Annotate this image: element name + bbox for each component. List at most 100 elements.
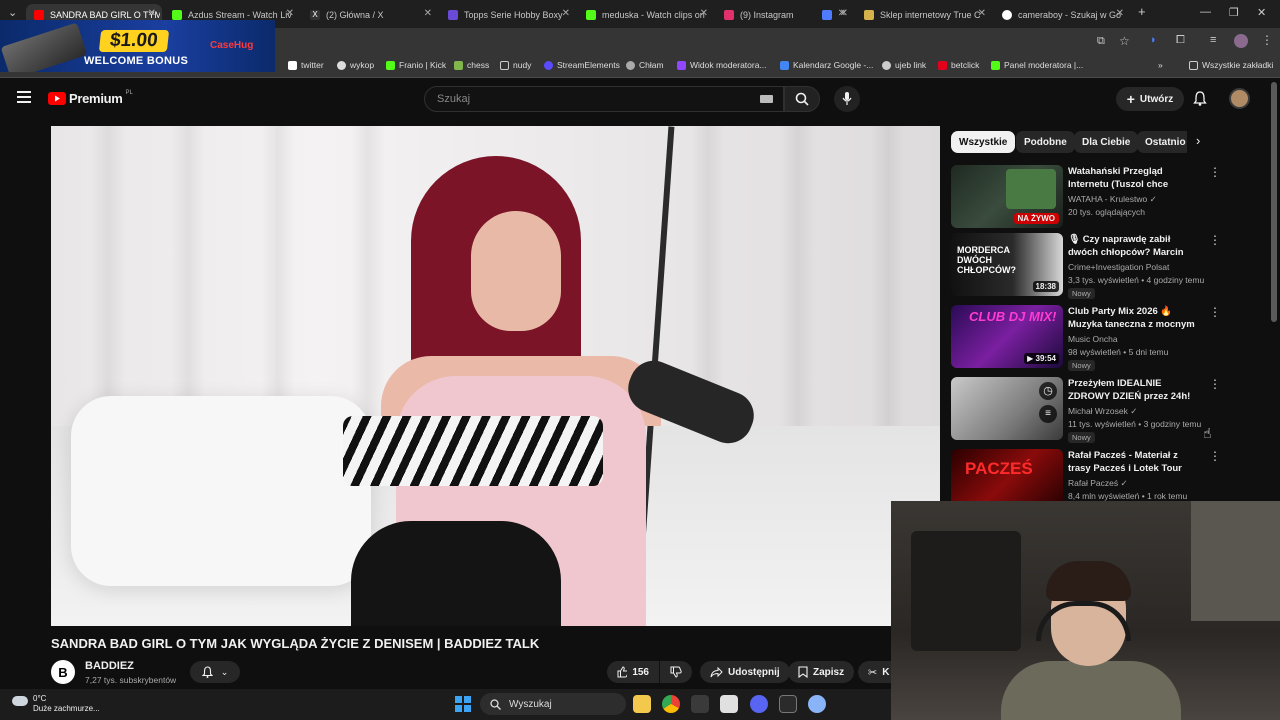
search-button[interactable] [784,86,820,112]
recommended-channel[interactable]: Rafał Pacześ ✓ [1068,478,1128,489]
subscription-bell-button[interactable]: ⌄ [190,661,240,683]
close-icon[interactable]: ✕ [978,8,986,19]
window-close-icon[interactable]: ✕ [1257,6,1266,19]
all-bookmarks[interactable]: Wszystkie zakładki [1189,60,1273,70]
bookmark-chess[interactable]: chess [454,60,489,70]
recommended-title[interactable]: Watahański Przegląd Internetu (Tuszol ch… [1068,165,1202,191]
recommended-video[interactable]: CLUB DJ MIX! ▶ 39:54 Club Party Mix 2026… [951,305,1251,371]
like-button[interactable]: 156 [607,661,659,683]
add-to-queue-icon[interactable]: ≡ [1039,405,1057,423]
recommended-title[interactable]: Rafał Pacześ - Materiał z trasy Pacześ i… [1068,449,1202,475]
chevron-right-icon[interactable]: › [1196,133,1200,148]
extension-icon[interactable]: ◗ [1150,34,1157,46]
tab-list-icon[interactable]: ⌄ [8,6,17,19]
more-options-icon[interactable]: ⋮ [1209,377,1221,391]
youtube-premium-logo[interactable]: Premium PL [48,90,133,106]
bookmark-panel-moderatora[interactable]: Panel moderatora |... [991,60,1083,70]
tab-topps[interactable]: Topps Serie Hobby Boxy ✕ [440,4,576,26]
save-button[interactable]: Zapisz [788,661,855,683]
recommended-title[interactable]: 🎙 Czy naprawdę zabił dwóch chłopców? Mar… [1068,233,1202,259]
bookmark-widok-moderatora[interactable]: Widok moderatora... [677,60,767,70]
close-icon[interactable]: ✕ [562,8,570,19]
browser-menu-icon[interactable]: ⋮ [1261,33,1273,47]
video-thumbnail[interactable]: PACZEŚ [951,449,1063,501]
video-thumbnail[interactable]: MORDERCA DWÓCH CHŁOPCÓW? 18:38 [951,233,1063,296]
windows-start-icon[interactable] [455,696,471,712]
bookmark-chlam[interactable]: Chłam [626,60,664,70]
recommended-channel[interactable]: Michał Wrzosek ✓ [1068,406,1137,417]
recommended-title[interactable]: Przeżyłem IDEALNIE ZDROWY DZIEŃ przez 24… [1068,377,1202,403]
taskbar-search[interactable]: Wyszukaj [480,693,626,715]
share-button[interactable]: Udostępnij [700,661,790,683]
channel-avatar[interactable]: B [51,660,75,684]
recommended-channel[interactable]: Music Oncha [1068,334,1118,344]
video-player[interactable] [51,126,940,626]
keyboard-icon[interactable] [760,95,773,103]
tab-pinned[interactable]: ✕ [814,4,854,26]
file-explorer-icon[interactable] [633,695,651,713]
tab-google-search[interactable]: cameraboy - Szukaj w Go ✕ [994,4,1130,26]
bookmark-betclick[interactable]: betclick [938,60,979,70]
notifications-bell-icon[interactable] [1193,91,1207,106]
settings-gear-icon[interactable] [808,695,826,713]
extensions-puzzle-icon[interactable]: ⧠ [1176,34,1185,47]
terminal-icon[interactable] [779,695,797,713]
bookmark-kalendarz[interactable]: Kalendarz Google -... [780,60,873,70]
bookmark-folder-nudy[interactable]: nudy [500,60,531,70]
search-input[interactable]: Szukaj [424,86,784,112]
close-icon[interactable]: ✕ [840,8,848,19]
close-icon[interactable]: ✕ [700,8,708,19]
recommended-video[interactable]: MORDERCA DWÓCH CHŁOPCÓW? 18:38 🎙 Czy nap… [951,233,1251,299]
more-options-icon[interactable]: ⋮ [1209,449,1221,463]
chip-all[interactable]: Wszystkie [951,131,1016,153]
discord-icon[interactable] [750,695,768,713]
recommended-video[interactable]: PACZEŚ Rafał Pacześ - Materiał z trasy P… [951,449,1251,501]
casehug-ad-banner[interactable]: $1.00 WELCOME BONUS CaseHug [0,20,275,72]
minimize-icon[interactable]: — [1200,6,1211,18]
app-icon[interactable] [720,695,738,713]
bookmark-star-icon[interactable]: ☆ [1119,34,1130,48]
video-thumbnail[interactable]: ◷ ≡ [951,377,1063,440]
app-icon[interactable] [691,695,709,713]
weather-widget[interactable]: 0°C Duże zachmurze... [12,694,100,714]
chip-related[interactable]: Podobne [1016,131,1075,153]
create-button[interactable]: + Utwórz [1116,87,1184,111]
more-options-icon[interactable]: ⋮ [1209,305,1221,319]
restore-icon[interactable]: ❐ [1229,6,1239,19]
page-scrollbar[interactable] [1271,82,1277,322]
close-icon[interactable]: ✕ [424,8,432,19]
bookmark-wykop[interactable]: wykop [337,60,374,70]
tab-x[interactable]: X (2) Główna / X ✕ [302,4,438,26]
profile-avatar[interactable] [1234,34,1248,48]
account-avatar[interactable] [1229,88,1250,109]
hamburger-menu-icon[interactable] [17,91,31,103]
bookmark-ujeb-link[interactable]: ujeb link [882,60,926,70]
install-app-icon[interactable]: ⧉ [1097,35,1105,48]
bookmark-twitter[interactable]: twitter [288,60,324,70]
video-thumbnail[interactable]: CLUB DJ MIX! ▶ 39:54 [951,305,1063,368]
new-tab-icon[interactable]: + [1138,4,1146,19]
tab-true-shop[interactable]: Sklep internetowy True C ✕ [856,4,992,26]
more-options-icon[interactable]: ⋮ [1209,165,1221,179]
bookmarks-overflow-icon[interactable]: » [1158,60,1163,70]
recommended-channel[interactable]: WATAHA - Krulestwo ✓ [1068,194,1157,205]
dislike-button[interactable] [660,661,692,683]
chip-for-you[interactable]: Dla Ciebie [1074,131,1139,153]
media-control-icon[interactable]: ≡ [1210,34,1216,46]
close-icon[interactable]: ✕ [1116,8,1124,19]
recommended-title[interactable]: Club Party Mix 2026 🔥 Muzyka taneczna z … [1068,305,1202,331]
watch-later-icon[interactable]: ◷ [1039,382,1057,400]
tab-kick-meduska[interactable]: meduska - Watch clips on ✕ [578,4,714,26]
video-thumbnail[interactable]: NA ŻYWO [951,165,1063,228]
recommended-channel[interactable]: Crime+Investigation Polsat [1068,262,1169,272]
close-icon[interactable]: ✕ [286,8,294,19]
chip-recent[interactable]: Ostatnio [1137,131,1187,153]
voice-search-button[interactable] [834,86,860,112]
close-icon[interactable]: ✕ [148,8,156,19]
bookmark-streamelements[interactable]: StreamElements [544,60,620,70]
chrome-icon[interactable] [662,695,680,713]
bookmark-franio-kick[interactable]: Franio | Kick [386,60,446,70]
more-options-icon[interactable]: ⋮ [1209,233,1221,247]
channel-name[interactable]: BADDIEZ [85,660,134,672]
recommended-video[interactable]: NA ŻYWO Watahański Przegląd Internetu (T… [951,165,1251,231]
